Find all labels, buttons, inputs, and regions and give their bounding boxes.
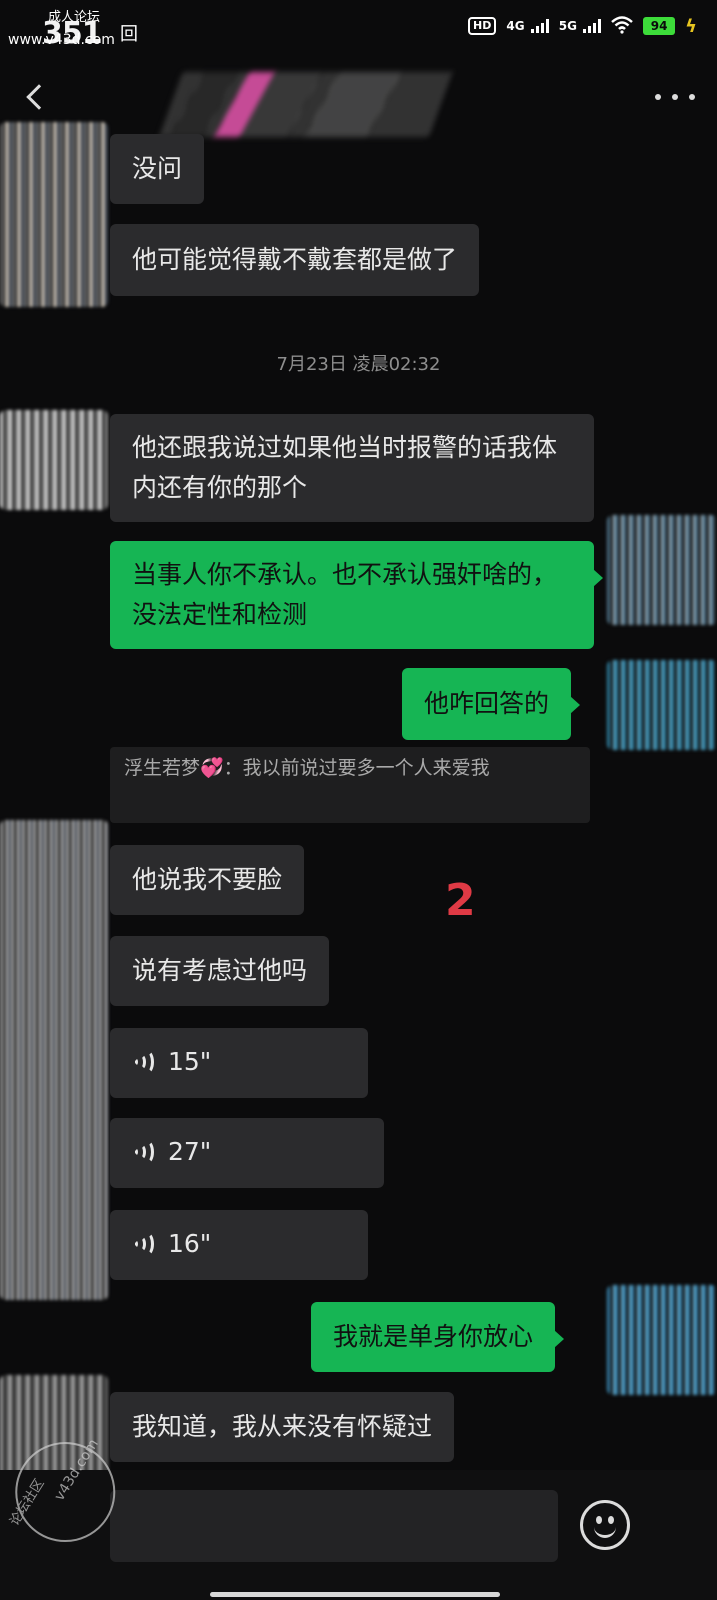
watermark-extra: 回 [120, 24, 138, 45]
avatar[interactable] [607, 660, 717, 750]
network-4g-label: 4G [506, 19, 525, 33]
home-indicator[interactable] [210, 1592, 500, 1597]
message-bubble-incoming[interactable]: 他还跟我说过如果他当时报警的话我体内还有你的那个 [110, 414, 594, 522]
network-5g-label: 5G [558, 19, 577, 33]
message-bubble-outgoing[interactable]: 我就是单身你放心 [311, 1302, 565, 1372]
avatar[interactable] [607, 515, 717, 625]
charging-icon: ϟ [685, 15, 697, 37]
message-bubble-incoming[interactable]: 他说我不要脸 [110, 845, 305, 915]
timestamp: 7月23日 凌晨02:32 [276, 354, 441, 375]
voice-duration: 16" [168, 1228, 212, 1258]
more-icon[interactable] [655, 90, 695, 104]
quoted-message[interactable]: 浮生若梦💞：我以前说过要多一个人来爱我 [110, 747, 590, 823]
watermark-url: www.v43d.com [8, 32, 115, 48]
signal-bars-icon [530, 19, 549, 33]
message-bubble-incoming[interactable]: 我知道，我从来没有怀疑过 [110, 1392, 455, 1462]
message-bubble-incoming[interactable]: 说有考虑过他吗 [110, 936, 330, 1006]
emoji-icon[interactable] [580, 1500, 630, 1550]
avatar[interactable] [0, 410, 108, 510]
hd-icon: HD [468, 17, 497, 35]
voice-duration: 15" [168, 1046, 212, 1076]
message-input[interactable] [110, 1490, 558, 1562]
avatar[interactable] [0, 820, 108, 1300]
status-bar: 成人论坛 351 www.v43d.com 回 HD 4G 5G 94 ϟ [0, 0, 717, 51]
avatar[interactable] [0, 122, 108, 307]
voice-duration: 27" [168, 1136, 212, 1166]
wifi-icon [611, 15, 633, 37]
message-bubble-outgoing[interactable]: 他咋回答的 [402, 668, 581, 740]
voice-wave-icon [132, 1139, 154, 1165]
contact-name-redacted [158, 72, 452, 137]
signal-bars-icon [583, 19, 602, 33]
annotation-marker: 2 [445, 875, 476, 926]
status-icons: HD 4G 5G 94 ϟ [468, 14, 697, 38]
voice-wave-icon [132, 1049, 154, 1075]
voice-wave-icon [132, 1231, 154, 1257]
voice-message[interactable]: 16" [110, 1210, 368, 1280]
voice-message[interactable]: 27" [110, 1118, 384, 1188]
chevron-left-icon[interactable] [22, 82, 52, 112]
signal-4g-icon: 4G [506, 19, 549, 33]
message-bubble-outgoing[interactable]: 当事人你不承认。也不承认强奸啥的，没法定性和检测 [110, 541, 603, 649]
signal-5g-icon: 5G [558, 19, 602, 33]
avatar[interactable] [607, 1285, 717, 1395]
message-bubble-incoming[interactable]: 他可能觉得戴不戴套都是做了 [110, 224, 480, 296]
message-bubble-incoming[interactable]: 没问 [110, 134, 205, 204]
battery-icon: 94 [643, 17, 676, 35]
voice-message[interactable]: 15" [110, 1028, 368, 1098]
